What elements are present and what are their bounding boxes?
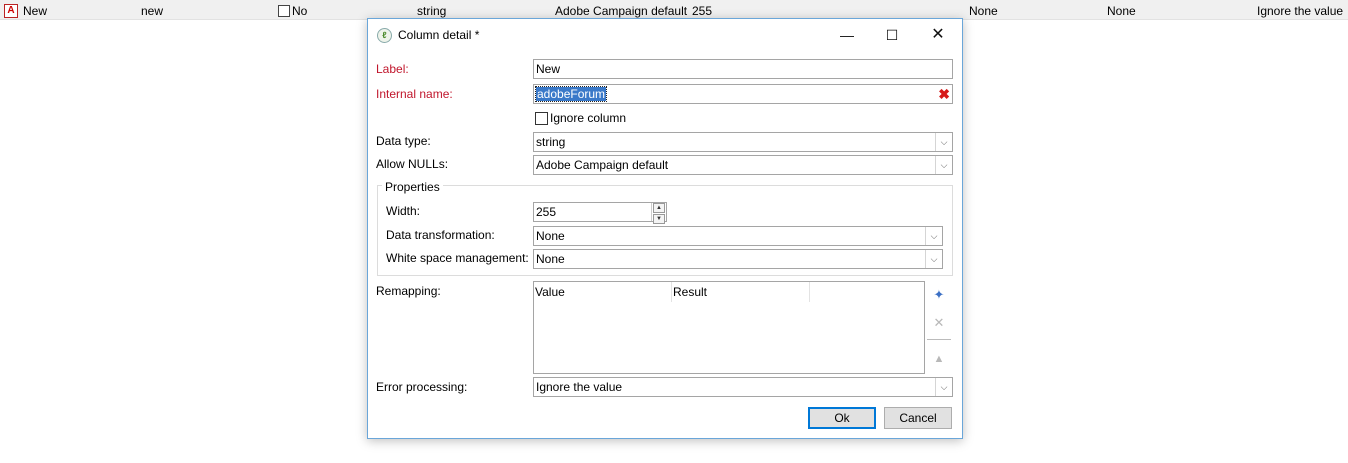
data-type-select[interactable]: string ⌵: [533, 132, 953, 152]
close-icon[interactable]: ✕: [923, 23, 953, 47]
label-input[interactable]: New: [533, 59, 953, 79]
allow-nulls-select[interactable]: Adobe Campaign default ⌵: [533, 155, 953, 175]
chevron-down-icon[interactable]: ⌵: [935, 156, 952, 174]
internal-name-input[interactable]: adobeForum ✖: [533, 84, 953, 104]
cell-internal-name: new: [141, 4, 164, 18]
column-detail-dialog: ℓ Column detail * — ☐ ✕ Label: New Inter…: [367, 18, 963, 439]
spin-up-icon[interactable]: ▲: [653, 203, 665, 213]
dialog-titlebar[interactable]: ℓ Column detail * — ☐ ✕: [368, 19, 962, 50]
string-type-icon: A: [4, 4, 18, 18]
error-processing-value: Ignore the value: [536, 380, 623, 394]
data-type-caption: Data type:: [376, 134, 431, 148]
cell-width: 255: [692, 4, 713, 18]
ignore-column-checkbox[interactable]: [535, 112, 548, 125]
cell-data-transformation: None: [969, 4, 998, 18]
width-stepper[interactable]: 255 ▲ ▼: [533, 202, 667, 224]
ok-button[interactable]: Ok: [808, 407, 876, 429]
white-space-caption: White space management:: [386, 251, 529, 265]
error-processing-caption: Error processing:: [376, 380, 468, 394]
cell-data-type: string: [417, 4, 447, 18]
chevron-down-icon[interactable]: ⌵: [925, 250, 942, 268]
chevron-down-icon[interactable]: ⌵: [925, 227, 942, 245]
spinner: ▲ ▼: [651, 203, 666, 224]
chevron-down-icon[interactable]: ⌵: [935, 378, 952, 396]
internal-name-caption: Internal name:: [376, 87, 453, 101]
cell-ignore: No: [292, 4, 308, 18]
spin-down-icon[interactable]: ▼: [653, 214, 665, 224]
add-row-icon[interactable]: ✦: [929, 285, 949, 305]
chevron-down-icon[interactable]: ⌵: [935, 133, 952, 151]
data-transformation-select[interactable]: None ⌵: [533, 226, 943, 246]
column-header-result[interactable]: Result: [672, 282, 810, 302]
toolbar-divider: [927, 339, 951, 340]
move-up-icon[interactable]: ▲: [929, 349, 949, 369]
width-value: 255: [536, 205, 557, 219]
properties-title: Properties: [382, 180, 443, 194]
error-processing-select[interactable]: Ignore the value ⌵: [533, 377, 953, 397]
clear-icon[interactable]: ✖: [938, 86, 950, 102]
label-caption: Label:: [376, 62, 409, 76]
grid-header: Value Result: [534, 282, 924, 302]
minimize-icon[interactable]: —: [832, 23, 862, 47]
cell-white-space: None: [1107, 4, 1136, 18]
data-type-value: string: [536, 135, 566, 149]
dialog-title: Column detail *: [398, 28, 480, 42]
delete-row-icon[interactable]: ✕: [929, 313, 949, 333]
white-space-select[interactable]: None ⌵: [533, 249, 943, 269]
data-transformation-caption: Data transformation:: [386, 228, 495, 242]
cell-allow-nulls: Adobe Campaign default: [555, 4, 688, 18]
cancel-button[interactable]: Cancel: [884, 407, 952, 429]
data-transformation-value: None: [536, 229, 565, 243]
width-caption: Width:: [386, 204, 421, 218]
allow-nulls-value: Adobe Campaign default: [536, 158, 669, 172]
remapping-grid[interactable]: Value Result: [533, 281, 925, 374]
allow-nulls-caption: Allow NULLs:: [376, 157, 449, 171]
column-header-value[interactable]: Value: [534, 282, 672, 302]
cell-ignore-checkbox[interactable]: [278, 5, 290, 17]
app-logo-icon: ℓ: [377, 28, 392, 43]
table-row[interactable]: A New new No string Adobe Campaign defau…: [0, 0, 1348, 20]
cell-error-processing: Ignore the value: [1257, 4, 1344, 18]
maximize-icon[interactable]: ☐: [877, 23, 907, 47]
white-space-value: None: [536, 252, 565, 266]
remapping-caption: Remapping:: [376, 284, 441, 298]
ignore-column-label[interactable]: Ignore column: [550, 111, 626, 125]
cell-name: New: [23, 4, 48, 18]
internal-name-value: adobeForum: [534, 86, 608, 102]
